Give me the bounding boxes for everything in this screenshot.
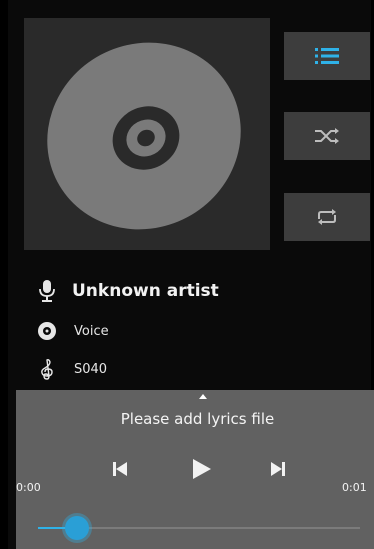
artist-row: Unknown artist [36, 280, 219, 302]
playlist-button[interactable] [284, 32, 370, 80]
next-button[interactable] [263, 456, 293, 482]
previous-button[interactable] [105, 456, 135, 482]
repeat-icon [318, 209, 336, 225]
play-button[interactable] [186, 456, 216, 482]
shuffle-button[interactable] [284, 112, 370, 160]
title-row: S040 [36, 358, 107, 380]
skip-previous-icon [113, 462, 127, 476]
microphone-icon [36, 280, 58, 302]
repeat-button[interactable] [284, 193, 370, 241]
playback-panel: Please add lyrics file 0:00 0:01 [16, 390, 374, 549]
disc-artwork-icon [47, 42, 241, 230]
album-art [24, 18, 270, 250]
artist-name: Unknown artist [72, 281, 219, 301]
album-name: Voice [74, 323, 109, 339]
seek-thumb[interactable] [65, 516, 89, 540]
shuffle-icon [315, 128, 339, 144]
play-icon [193, 459, 211, 479]
elapsed-time: 0:00 [16, 481, 41, 494]
album-row: Voice [36, 320, 109, 342]
player-screen: Unknown artist Voice S040 Please add lyr… [8, 0, 374, 549]
skip-next-icon [271, 462, 285, 476]
expand-arrow-icon[interactable] [199, 394, 207, 399]
total-duration: 0:01 [342, 481, 367, 494]
track-title: S040 [74, 361, 108, 377]
disc-icon [36, 320, 58, 342]
treble-clef-icon [36, 358, 58, 380]
lyrics-message[interactable]: Please add lyrics file [16, 410, 374, 428]
playlist-icon [315, 48, 339, 64]
